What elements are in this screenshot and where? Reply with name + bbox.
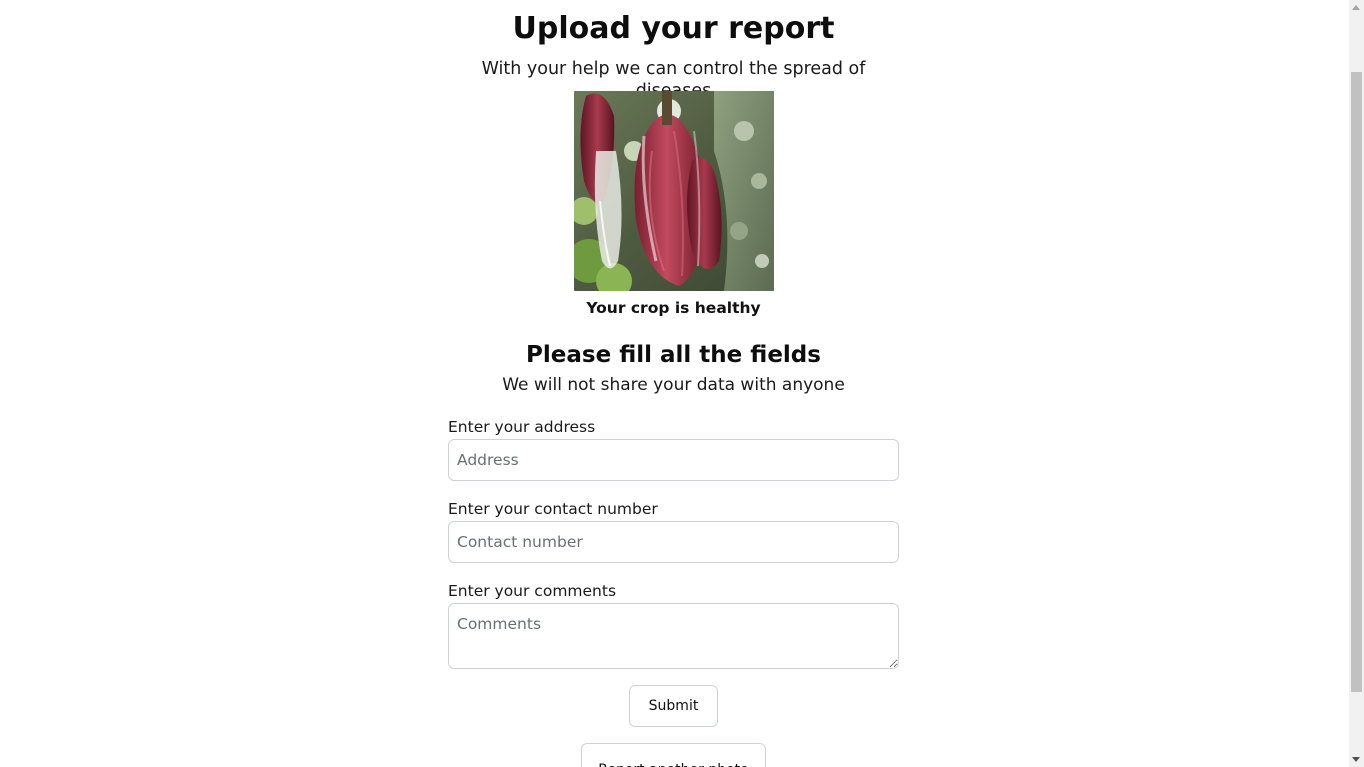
cocoa-pods-image [574,91,774,291]
crop-photo [574,91,774,291]
scroll-up-arrow-icon[interactable] [1352,5,1360,10]
page-title: Upload your report [512,11,835,46]
scroll-down-arrow-icon[interactable] [1352,757,1360,762]
submit-button[interactable]: Submit [629,685,718,727]
diagnosis-result: Your crop is healthy [586,299,761,317]
comments-label: Enter your comments [448,582,617,600]
page: Upload your report With your help we can… [0,0,1349,767]
contact-label: Enter your contact number [448,500,658,518]
contact-number-input[interactable] [448,521,899,563]
scrollbar-thumb[interactable] [1351,72,1362,692]
comments-textarea[interactable] [448,603,899,669]
address-input[interactable] [448,439,899,481]
address-label: Enter your address [448,418,596,436]
vertical-scrollbar[interactable] [1349,0,1364,767]
form-subtitle: We will not share your data with anyone [502,375,845,395]
form-title: Please fill all the fields [526,342,821,368]
report-another-photo-button[interactable]: Report another photo [581,743,766,767]
